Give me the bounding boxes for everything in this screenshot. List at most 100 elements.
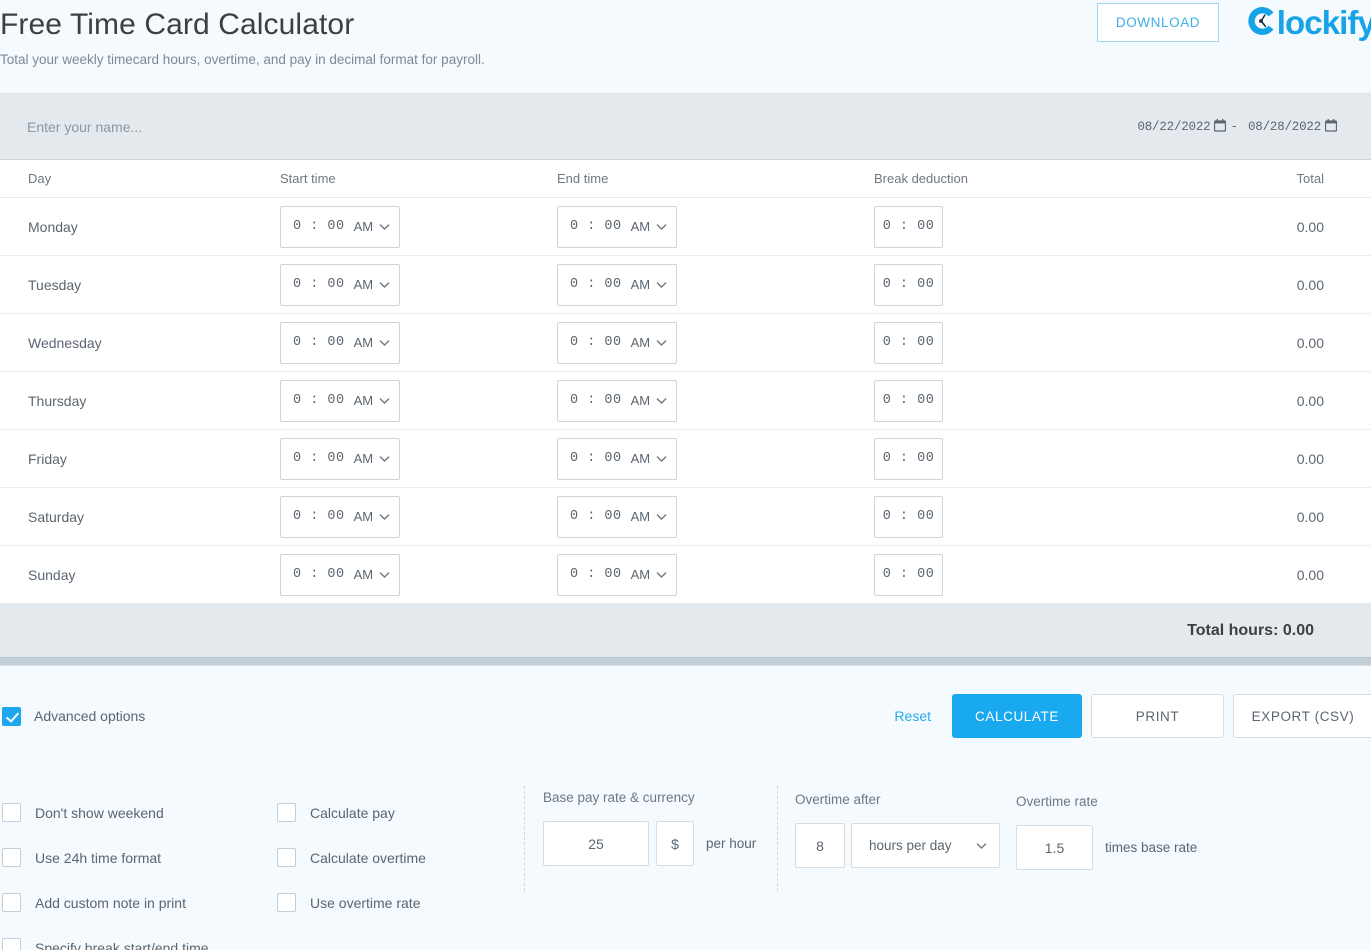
start-time-input[interactable]: 0 : 00 AM bbox=[280, 379, 401, 422]
option-row[interactable]: Calculate pay bbox=[277, 790, 426, 835]
calendar-icon[interactable] bbox=[1214, 118, 1227, 136]
start-time-input[interactable]: 0 : 00 AM bbox=[280, 205, 401, 248]
option-label: Use 24h time format bbox=[35, 849, 162, 866]
end-time-value: 0 : 00 bbox=[570, 393, 622, 408]
table-body: Monday 0 : 00 AM 0 : 00 AM 0 : 00 0.00 Tuesday 0… bbox=[0, 198, 1371, 604]
chevron-down-icon bbox=[379, 509, 390, 524]
option-label: Specify break start/end time bbox=[35, 939, 209, 950]
start-meridiem-select[interactable]: AM bbox=[354, 219, 391, 234]
end-meridiem-select[interactable]: AM bbox=[631, 219, 668, 234]
advanced-options-checkbox[interactable] bbox=[2, 706, 21, 726]
start-meridiem-select[interactable]: AM bbox=[354, 509, 391, 524]
panel-divider bbox=[524, 786, 525, 891]
start-meridiem-select[interactable]: AM bbox=[354, 277, 391, 292]
start-meridiem-value: AM bbox=[353, 277, 374, 292]
break-deduction-value: 0 : 00 bbox=[882, 451, 935, 466]
reset-button[interactable]: Reset bbox=[894, 708, 931, 724]
base-pay-rate-input[interactable] bbox=[543, 821, 649, 866]
row-total-value: 0.00 bbox=[1296, 566, 1324, 583]
break-deduction-input[interactable]: 0 : 00 bbox=[874, 263, 943, 306]
end-time-input[interactable]: 0 : 00 AM bbox=[557, 205, 678, 248]
option-checkbox[interactable] bbox=[277, 803, 296, 822]
date-to-field[interactable]: 08/28/2022 bbox=[1247, 118, 1338, 136]
panel-divider bbox=[777, 786, 778, 891]
option-label: Don't show weekend bbox=[35, 804, 164, 821]
start-time-input[interactable]: 0 : 00 AM bbox=[280, 495, 401, 538]
start-meridiem-select[interactable]: AM bbox=[354, 335, 391, 350]
start-time-value: 0 : 00 bbox=[293, 393, 345, 408]
advanced-options-toggle[interactable]: Advanced options bbox=[2, 706, 145, 726]
option-row[interactable]: Don't show weekend bbox=[2, 790, 209, 835]
option-checkbox[interactable] bbox=[2, 893, 21, 912]
overtime-rate-input[interactable] bbox=[1016, 825, 1093, 870]
horizontal-scrollbar[interactable] bbox=[0, 657, 1371, 665]
page-subtitle: Total your weekly timecard hours, overti… bbox=[0, 52, 485, 67]
chevron-down-icon bbox=[379, 567, 390, 582]
end-meridiem-select[interactable]: AM bbox=[631, 335, 668, 350]
print-button[interactable]: PRINT bbox=[1091, 694, 1224, 738]
row-total-value: 0.00 bbox=[1296, 508, 1324, 525]
option-row[interactable]: Use overtime rate bbox=[277, 880, 426, 925]
base-pay-group: Base pay rate & currency per hour bbox=[543, 790, 756, 866]
option-checkbox[interactable] bbox=[2, 938, 21, 950]
end-meridiem-select[interactable]: AM bbox=[631, 277, 668, 292]
end-meridiem-select[interactable]: AM bbox=[631, 451, 668, 466]
end-meridiem-select[interactable]: AM bbox=[631, 393, 668, 408]
option-checkbox[interactable] bbox=[277, 893, 296, 912]
export-csv-button[interactable]: EXPORT (CSV) bbox=[1233, 694, 1371, 738]
overtime-unit-select[interactable]: hours per day bbox=[851, 823, 1000, 868]
end-meridiem-select[interactable]: AM bbox=[631, 509, 668, 524]
date-from-field[interactable]: 08/22/2022 bbox=[1137, 118, 1227, 136]
chevron-down-icon bbox=[656, 335, 667, 350]
option-column-right: Calculate pay Calculate overtime Use overt… bbox=[277, 790, 426, 925]
overtime-after-caption: Overtime after bbox=[795, 792, 881, 807]
option-row[interactable]: Use 24h time format bbox=[2, 835, 209, 880]
page-title: Free Time Card Calculator bbox=[0, 8, 355, 41]
end-time-input[interactable]: 0 : 00 AM bbox=[557, 379, 678, 422]
option-row[interactable]: Calculate overtime bbox=[277, 835, 426, 880]
start-meridiem-value: AM bbox=[353, 451, 374, 466]
option-label: Add custom note in print bbox=[35, 894, 186, 911]
option-checkbox[interactable] bbox=[2, 803, 21, 822]
date-to-value: 08/28/2022 bbox=[1247, 120, 1321, 134]
download-button[interactable]: DOWNLOAD bbox=[1097, 3, 1219, 42]
name-input[interactable] bbox=[27, 118, 427, 135]
option-checkbox[interactable] bbox=[277, 848, 296, 867]
break-deduction-value: 0 : 00 bbox=[882, 567, 935, 582]
option-checkbox[interactable] bbox=[2, 848, 21, 867]
end-time-input[interactable]: 0 : 00 AM bbox=[557, 321, 678, 364]
break-deduction-input[interactable]: 0 : 00 bbox=[874, 321, 943, 364]
start-meridiem-value: AM bbox=[353, 335, 374, 350]
start-meridiem-select[interactable]: AM bbox=[354, 567, 391, 582]
break-deduction-input[interactable]: 0 : 00 bbox=[874, 553, 943, 596]
start-time-input[interactable]: 0 : 00 AM bbox=[280, 321, 401, 364]
end-meridiem-select[interactable]: AM bbox=[631, 567, 668, 582]
currency-input[interactable] bbox=[656, 821, 694, 866]
end-meridiem-value: AM bbox=[630, 451, 651, 466]
end-time-input[interactable]: 0 : 00 AM bbox=[557, 495, 678, 538]
start-meridiem-select[interactable]: AM bbox=[354, 393, 391, 408]
end-time-input[interactable]: 0 : 00 AM bbox=[557, 437, 678, 480]
overtime-after-input[interactable] bbox=[795, 823, 845, 868]
day-label: Thursday bbox=[28, 392, 87, 409]
break-deduction-input[interactable]: 0 : 00 bbox=[874, 437, 943, 480]
day-label: Saturday bbox=[28, 508, 85, 525]
calendar-icon[interactable] bbox=[1324, 118, 1338, 136]
column-header-break: Break deduction bbox=[874, 171, 968, 186]
start-meridiem-select[interactable]: AM bbox=[354, 451, 391, 466]
option-row[interactable]: Add custom note in print bbox=[2, 880, 209, 925]
start-time-input[interactable]: 0 : 00 AM bbox=[280, 437, 401, 480]
end-time-input[interactable]: 0 : 00 AM bbox=[557, 553, 678, 596]
end-meridiem-value: AM bbox=[630, 393, 651, 408]
start-time-input[interactable]: 0 : 00 AM bbox=[280, 263, 401, 306]
end-time-input[interactable]: 0 : 00 AM bbox=[557, 263, 678, 306]
times-base-rate-label: times base rate bbox=[1105, 840, 1198, 855]
break-deduction-input[interactable]: 0 : 00 bbox=[874, 205, 943, 248]
option-row[interactable]: Specify break start/end time bbox=[2, 925, 209, 950]
break-deduction-input[interactable]: 0 : 00 bbox=[874, 379, 943, 422]
date-from-value: 08/22/2022 bbox=[1137, 120, 1211, 134]
clockify-logo[interactable]: lockify bbox=[1244, 2, 1371, 42]
calculate-button[interactable]: CALCULATE bbox=[952, 694, 1082, 738]
break-deduction-input[interactable]: 0 : 00 bbox=[874, 495, 943, 538]
start-time-input[interactable]: 0 : 00 AM bbox=[280, 553, 401, 596]
